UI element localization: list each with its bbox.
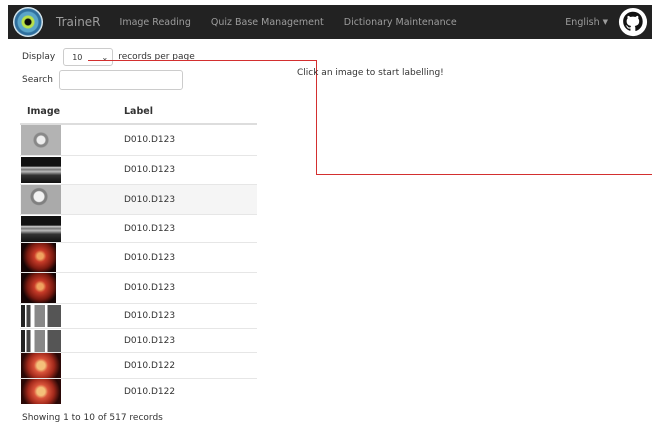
thumbnail-image[interactable]	[21, 273, 56, 303]
table-row[interactable]: D010.D123	[20, 242, 257, 273]
image-cell[interactable]	[20, 242, 124, 273]
table-row[interactable]: D010.D122	[20, 352, 257, 379]
header-image[interactable]: Image	[20, 100, 124, 125]
image-cell[interactable]	[20, 328, 124, 353]
table-row[interactable]: D010.D123	[20, 303, 257, 329]
table-row[interactable]: D010.D123	[20, 155, 257, 185]
thumbnail-image[interactable]	[21, 379, 61, 405]
label-cell: D010.D122	[124, 352, 257, 379]
image-cell[interactable]	[20, 272, 124, 304]
label-cell: D010.D123	[124, 184, 257, 215]
viewer-line-bottom	[316, 174, 652, 175]
nav-quiz-base-management[interactable]: Quiz Base Management	[211, 17, 324, 28]
nav-image-reading[interactable]: Image Reading	[120, 17, 191, 28]
caret-down-icon: ▼	[602, 18, 608, 26]
table-row[interactable]: D010.D123	[20, 214, 257, 243]
records-info: Showing 1 to 10 of 517 records	[22, 413, 163, 423]
search-row: Search	[22, 70, 183, 90]
label-cell: D010.D123	[124, 328, 257, 353]
label-cell: D010.D123	[124, 214, 257, 243]
thumbnail-image[interactable]	[21, 125, 61, 155]
thumbnail-image[interactable]	[21, 305, 61, 327]
table-row[interactable]: D010.D122	[20, 378, 257, 405]
thumbnail-image[interactable]	[21, 215, 61, 242]
thumbnail-image[interactable]	[21, 353, 61, 378]
image-cell[interactable]	[20, 184, 124, 215]
language-dropdown[interactable]: English ▼	[565, 17, 608, 28]
label-cell: D010.D123	[124, 123, 257, 156]
label-cell: D010.D123	[124, 303, 257, 329]
thumbnail-image[interactable]	[21, 157, 61, 183]
github-icon[interactable]	[618, 7, 648, 37]
table-row[interactable]: D010.D123	[20, 328, 257, 353]
eye-logo-icon[interactable]	[13, 7, 43, 37]
image-cell[interactable]	[20, 378, 124, 405]
search-label: Search	[22, 75, 53, 85]
image-cell[interactable]	[20, 155, 124, 185]
language-label: English	[565, 16, 600, 28]
page-size-select[interactable]: 10 ⌄	[63, 48, 114, 66]
label-cell: D010.D123	[124, 155, 257, 185]
image-cell[interactable]	[20, 123, 124, 156]
thumbnail-image[interactable]	[21, 185, 61, 214]
search-input[interactable]	[58, 70, 183, 90]
image-cell[interactable]	[20, 352, 124, 379]
brand-title[interactable]: TraineR	[56, 15, 101, 29]
table-header-row: Image Label	[20, 100, 257, 125]
table-row[interactable]: D010.D123	[20, 184, 257, 215]
viewer-line-top	[88, 60, 316, 61]
header-label[interactable]: Label	[124, 100, 257, 125]
top-navbar: TraineR Image Reading Quiz Base Manageme…	[8, 5, 652, 39]
label-cell: D010.D123	[124, 272, 257, 304]
label-cell: D010.D123	[124, 242, 257, 273]
display-label: Display	[22, 52, 56, 62]
table-row[interactable]: D010.D123	[20, 123, 257, 156]
page-size-value: 10	[72, 52, 83, 62]
records-table: Image Label D010.D123 D010.D123 D010.D12…	[20, 100, 257, 405]
image-cell[interactable]	[20, 214, 124, 243]
page-size-control: Display 10 ⌄ records per page	[22, 48, 195, 66]
nav-dictionary-maintenance[interactable]: Dictionary Maintenance	[344, 17, 457, 28]
viewer-hint: Click an image to start labelling!	[297, 68, 444, 78]
table-row[interactable]: D010.D123	[20, 272, 257, 304]
label-cell: D010.D122	[124, 378, 257, 405]
image-cell[interactable]	[20, 303, 124, 329]
thumbnail-image[interactable]	[21, 329, 61, 352]
thumbnail-image[interactable]	[21, 243, 56, 272]
